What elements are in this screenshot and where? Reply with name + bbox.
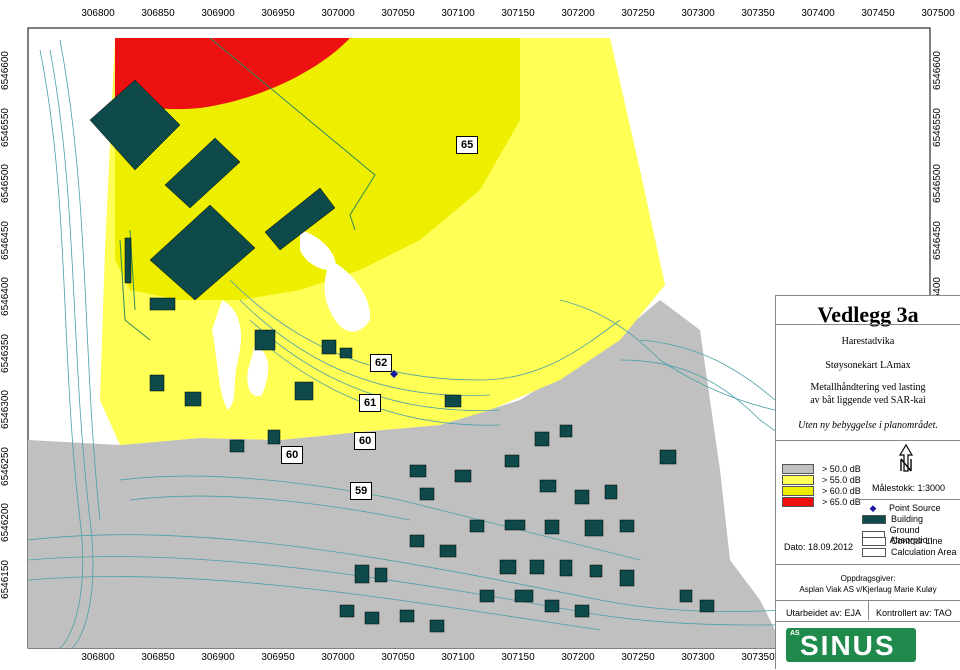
legend-label: > 65.0 dB: [822, 497, 861, 507]
x-tick-label: 307150: [501, 8, 535, 19]
x-tick-label: 307150: [501, 652, 535, 663]
y-tick-label: 6546350: [0, 333, 11, 373]
client-label: Oppdragsgiver:: [840, 574, 896, 583]
x-tick-label: 307250: [621, 652, 655, 663]
divider: [868, 600, 869, 620]
x-tick-label: 306800: [81, 652, 115, 663]
y-tick-label: 6546600: [931, 51, 943, 90]
y-tick-label: 6546450: [0, 220, 11, 260]
description-line1: Metallhåndtering ved lasting: [810, 382, 926, 393]
y-tick-label: 6546550: [0, 107, 11, 147]
legend-symbol-icon: [862, 536, 886, 546]
y-tick-label: 6546200: [0, 503, 11, 542]
x-tick-label: 307450: [861, 8, 895, 19]
x-tick-label: 307500: [921, 8, 955, 19]
x-tick-label: 307300: [681, 8, 715, 19]
scenario-note: Uten ny bebyggelse i planområdet.: [798, 420, 938, 431]
legend-item: > 50.0 dB: [782, 464, 861, 474]
y-tick-label: 6546600: [0, 51, 11, 90]
checked-by: Kontrollert av: TAO: [876, 608, 952, 618]
legend-swatch: [782, 475, 814, 485]
x-tick-label: 307400: [801, 8, 835, 19]
contour-label-61: 61: [359, 394, 382, 412]
contour-label-60a: 60: [354, 432, 377, 450]
x-tick-label: 307100: [441, 652, 475, 663]
client-name: Asplan Viak AS v/Kjerlaug Marie Kuløy: [799, 585, 937, 594]
legend-symbol-icon: [862, 547, 886, 557]
symbol-label: Contour Line: [891, 536, 943, 546]
x-tick-label: 306950: [261, 8, 295, 19]
description-line2: av båt liggende ved SAR-kai: [810, 395, 926, 406]
x-tick-label: 307350: [741, 8, 775, 19]
north-arrow-icon: [898, 443, 914, 472]
x-tick-label: 306900: [201, 652, 235, 663]
legend-label: > 55.0 dB: [822, 475, 861, 485]
legend-item: > 55.0 dB: [782, 475, 861, 485]
logo-text: SINUS: [800, 630, 896, 661]
legend-item: > 65.0 dB: [782, 497, 861, 507]
symbol-legend-item: Contour Line: [862, 536, 943, 546]
prepared-by: Utarbeidet av: EJA: [786, 608, 862, 618]
y-tick-label: 6546150: [0, 559, 11, 599]
logo-mark: AS: [790, 630, 800, 637]
legend-item: > 60.0 dB: [782, 486, 861, 496]
x-tick-label: 306950: [261, 652, 295, 663]
x-tick-label: 306800: [81, 8, 115, 19]
map-type: Støysonekart LAmax: [825, 360, 911, 371]
contour-label-59: 59: [350, 482, 373, 500]
legend-label: > 50.0 dB: [822, 464, 861, 474]
noise-map: 306800 306850 306900 306950 307000 307050 3071…: [0, 0, 960, 670]
y-tick-label: 6546500: [0, 164, 11, 203]
y-tick-label: 6546500: [931, 164, 943, 203]
legend-symbol-icon: [862, 514, 886, 524]
y-tick-label: 6546550: [931, 107, 943, 147]
symbol-label: Point Source: [889, 503, 941, 513]
divider: [776, 564, 960, 565]
x-tick-label: 307050: [381, 8, 415, 19]
title-block: Vedlegg 3a Harestadvika Støysonekart LAm…: [775, 295, 960, 669]
x-tick-label: 306900: [201, 8, 235, 19]
x-tick-label: 307050: [381, 652, 415, 663]
y-tick-label: 6546300: [0, 390, 11, 429]
x-tick-label: 307200: [561, 8, 595, 19]
legend-label: > 60.0 dB: [822, 486, 861, 496]
date-text: Dato: 18.09.2012: [784, 542, 854, 552]
symbol-legend-item: ◆ Point Source: [862, 503, 941, 513]
scale-text: Målestokk: 1:3000: [872, 483, 946, 493]
symbol-label: Building: [891, 514, 924, 524]
x-tick-label: 307200: [561, 652, 595, 663]
x-tick-label: 307250: [621, 8, 655, 19]
contour-label-62: 62: [370, 354, 393, 372]
symbol-label: Calculation Area: [891, 547, 957, 557]
legend-swatch: [782, 486, 814, 496]
x-tick-label: 306850: [141, 8, 175, 19]
divider: [776, 621, 960, 622]
divider: [856, 499, 960, 500]
contour-label-60b: 60: [281, 446, 304, 464]
symbol-legend-item: Building: [862, 514, 923, 524]
divider: [776, 324, 960, 325]
symbol-legend-item: Calculation Area: [862, 547, 957, 557]
x-tick-label: 307350: [741, 652, 775, 663]
x-tick-label: 307000: [321, 8, 355, 19]
x-tick-label: 306850: [141, 652, 175, 663]
x-tick-label: 307000: [321, 652, 355, 663]
y-tick-label: 6546450: [931, 220, 943, 260]
y-tick-label: 6546400: [0, 277, 11, 316]
legend-swatch: [782, 464, 814, 474]
place-name: Harestadvika: [841, 336, 895, 347]
sinus-logo: AS SINUS: [786, 628, 916, 662]
divider: [776, 440, 960, 441]
legend-swatch: [782, 497, 814, 507]
x-tick-label: 307100: [441, 8, 475, 19]
contour-label-65: 65: [456, 136, 479, 154]
legend-symbol-icon: ◆: [869, 502, 877, 513]
y-tick-label: 6546250: [0, 446, 11, 486]
x-tick-label: 307300: [681, 652, 715, 663]
